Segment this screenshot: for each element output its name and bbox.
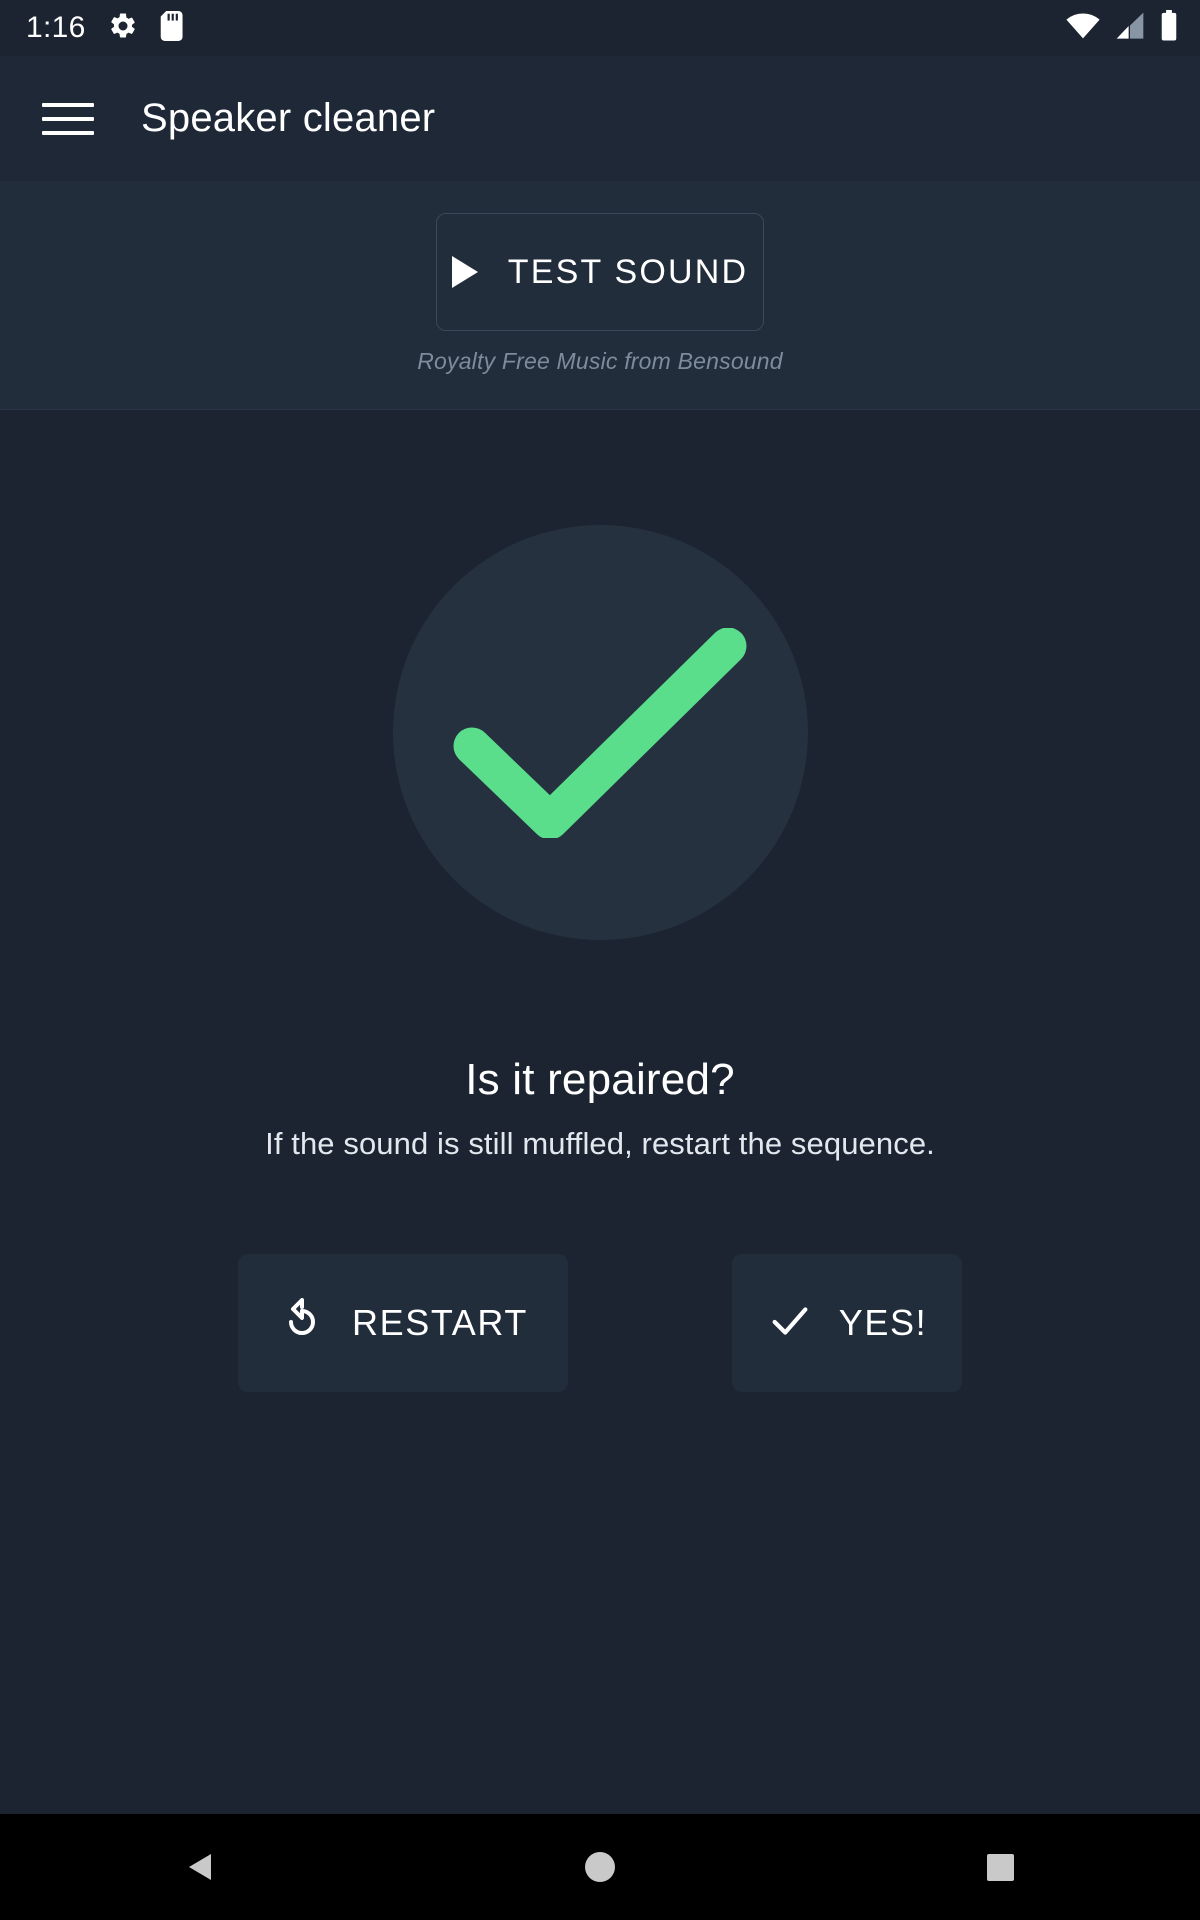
page-title: Speaker cleaner [141,96,436,140]
home-circle-icon[interactable] [540,1814,660,1920]
status-bar-left: 1:16 [26,10,186,46]
back-glyph [189,1854,211,1880]
yes-button[interactable]: YES! [732,1254,962,1392]
check-icon [767,1298,813,1349]
recents-square-icon[interactable] [940,1814,1060,1920]
status-bar-right [1066,9,1178,47]
status-bar: 1:16 [0,0,1200,56]
hamburger-line [42,130,94,135]
music-attribution-caption: Royalty Free Music from Bensound [417,348,783,374]
recents-glyph [986,1853,1014,1881]
yes-label: YES! [838,1302,928,1343]
restart-icon [278,1297,326,1350]
status-bar-clock: 1:16 [26,11,86,44]
result-subline: If the sound is still muffled, restart t… [265,1126,935,1161]
battery-icon [1160,9,1178,47]
hamburger-line [42,102,94,107]
play-icon [451,256,478,288]
app-screen: 1:16 Speaker cleaner TEST SOUND Royalty … [0,0,1200,1920]
checkmark-glyph [453,627,747,838]
result-headline: Is it repaired? [465,1055,735,1104]
home-glyph [585,1852,615,1882]
sd-card-icon [160,10,186,46]
hamburger-line [42,116,94,121]
test-sound-panel: TEST SOUND Royalty Free Music from Benso… [0,181,1200,410]
android-navigation-bar [0,1814,1200,1920]
main-content: Is it repaired? If the sound is still mu… [0,410,1200,1814]
restart-button[interactable]: RESTART [238,1254,568,1392]
app-bar: Speaker cleaner [0,56,1200,181]
test-sound-label: TEST SOUND [507,252,749,291]
gear-icon [108,11,138,46]
check-circle-icon [392,525,808,940]
cellular-signal-icon [1114,11,1146,46]
restart-label: RESTART [352,1302,528,1343]
test-sound-button[interactable]: TEST SOUND [436,213,764,331]
action-buttons: RESTART YES! [0,1254,1200,1392]
hamburger-menu-icon[interactable] [38,89,98,149]
wifi-icon [1066,11,1100,46]
back-triangle-icon[interactable] [140,1814,260,1920]
